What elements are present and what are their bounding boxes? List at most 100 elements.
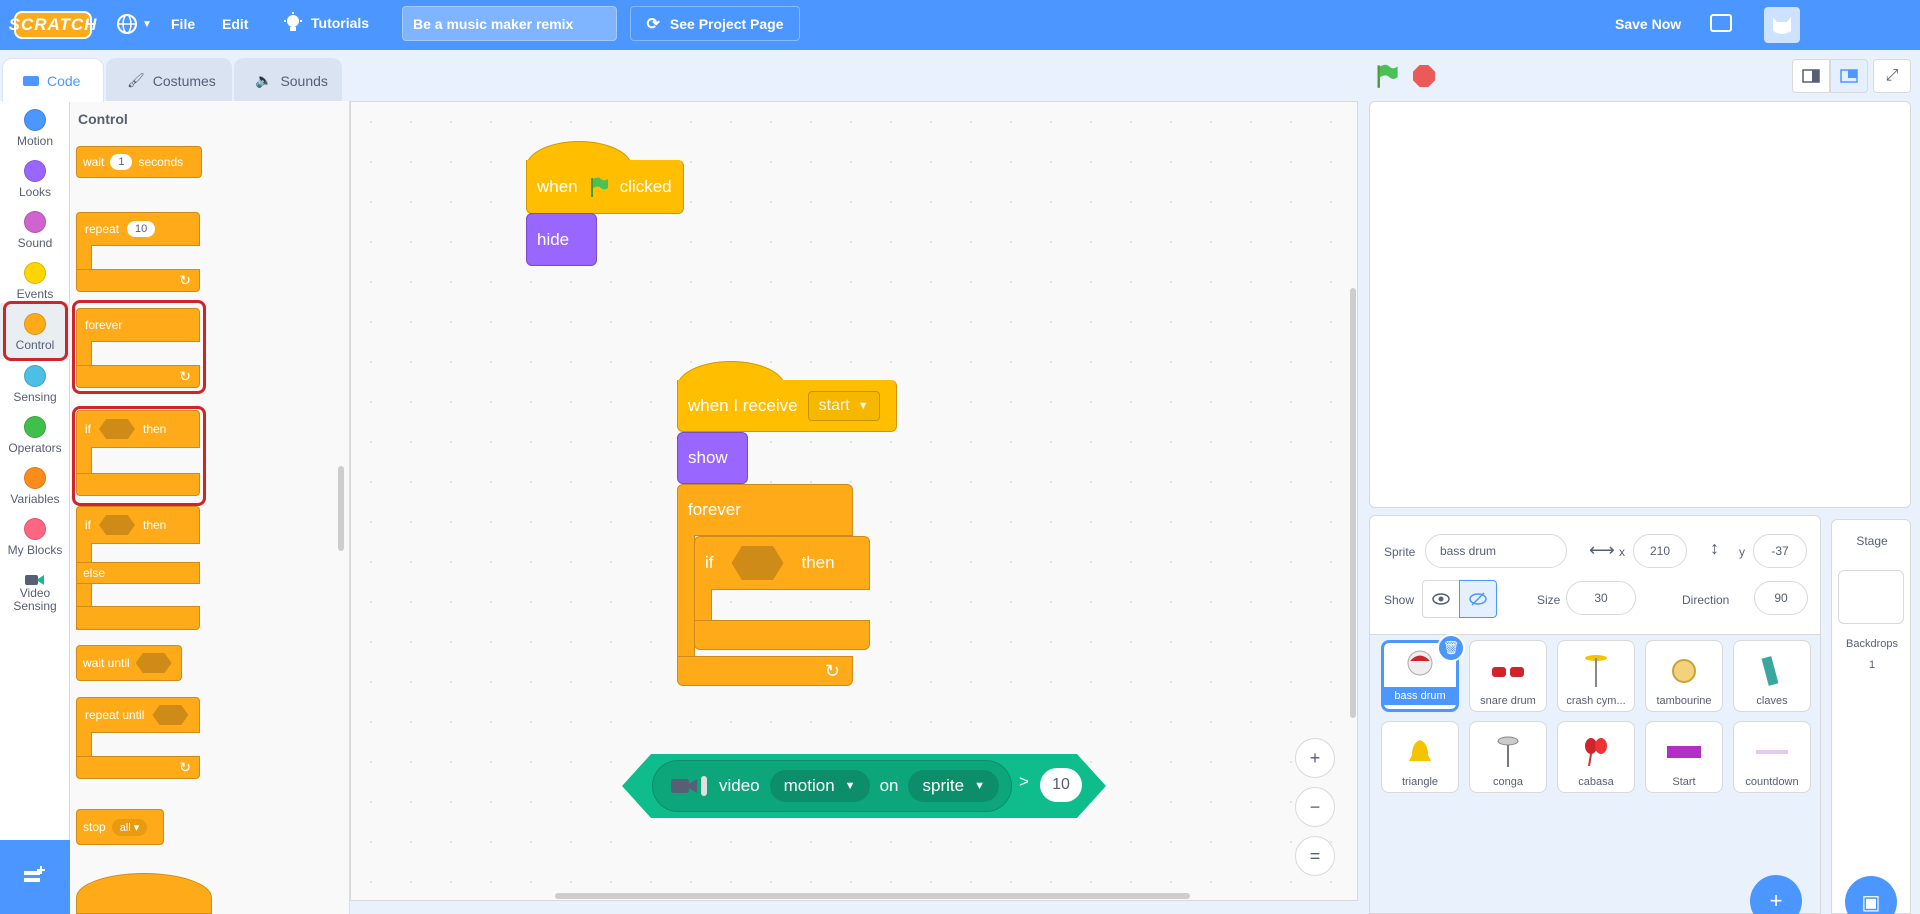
- caret-down-icon: ▼: [974, 780, 985, 792]
- sprite-tile-triangle[interactable]: triangle: [1381, 721, 1459, 793]
- when-i-receive-block[interactable]: when I receive start ▼: [677, 380, 897, 432]
- block-text: repeat: [85, 222, 120, 236]
- small-stage-button[interactable]: [1792, 59, 1830, 93]
- palette-scrollbar[interactable]: [338, 466, 344, 551]
- message-dropdown[interactable]: start ▼: [807, 390, 880, 421]
- video-motion-reporter[interactable]: video motion ▼ on sprite ▼: [652, 760, 1012, 812]
- category-looks[interactable]: Looks: [0, 160, 70, 199]
- fullscreen-button[interactable]: ⤢: [1873, 59, 1911, 93]
- category-operators[interactable]: Operators: [0, 416, 70, 455]
- block-if-then[interactable]: if then: [76, 410, 200, 496]
- condition-slot[interactable]: [152, 705, 189, 725]
- block-text: then: [801, 553, 835, 572]
- green-flag-button[interactable]: [1374, 63, 1400, 94]
- scratch-logo[interactable]: SCRATCH: [9, 11, 96, 39]
- y-position-input[interactable]: -37: [1753, 534, 1807, 568]
- category-sensing[interactable]: Sensing: [0, 365, 70, 404]
- avatar[interactable]: [1764, 7, 1800, 43]
- sprite-tile-start[interactable]: Start: [1645, 721, 1723, 793]
- subject-label: sprite: [922, 776, 965, 795]
- large-stage-button[interactable]: [1830, 59, 1868, 93]
- sprite-name-input[interactable]: bass drum: [1425, 534, 1567, 568]
- condition-slot[interactable]: [731, 546, 784, 580]
- threshold-input[interactable]: 10: [1040, 768, 1082, 802]
- stage-canvas[interactable]: [1369, 101, 1911, 508]
- size-input[interactable]: 30: [1566, 581, 1636, 615]
- zoom-out-button[interactable]: −: [1295, 787, 1335, 827]
- tutorials-button[interactable]: Tutorials: [283, 12, 369, 34]
- attribute-dropdown[interactable]: motion ▼: [769, 770, 870, 802]
- show-block[interactable]: show: [677, 432, 748, 484]
- see-project-page-button[interactable]: ⟳ See Project Page: [630, 6, 800, 41]
- category-my-blocks[interactable]: My Blocks: [0, 518, 70, 557]
- condition-slot[interactable]: [99, 419, 135, 439]
- block-text: when I receive: [688, 395, 798, 415]
- add-extension-button[interactable]: [0, 840, 70, 914]
- category-events[interactable]: Events: [0, 262, 70, 301]
- claves-icon: [1752, 653, 1792, 689]
- block-repeat[interactable]: repeat 10 ↻: [76, 212, 200, 292]
- sprite-tile-snare-drum[interactable]: snare drum: [1469, 640, 1547, 712]
- delete-sprite-button[interactable]: 🗑: [1437, 634, 1465, 662]
- sprite-tile-cabasa[interactable]: cabasa: [1557, 721, 1635, 793]
- condition-slot[interactable]: [135, 653, 172, 673]
- hide-block[interactable]: hide: [526, 213, 597, 266]
- show-hidden-button[interactable]: [1459, 580, 1497, 618]
- block-stop[interactable]: stop all ▾: [76, 809, 164, 845]
- category-motion[interactable]: Motion: [0, 109, 70, 148]
- stage-thumbnail[interactable]: [1838, 570, 1904, 624]
- block-hat-partial[interactable]: [76, 873, 212, 914]
- loop-arrow-icon: ↻: [824, 660, 840, 681]
- edit-menu[interactable]: Edit: [222, 16, 248, 32]
- file-menu[interactable]: File: [171, 16, 195, 32]
- block-wait-until[interactable]: wait until: [76, 645, 182, 681]
- sprite-tile-tambourine[interactable]: tambourine: [1645, 640, 1723, 712]
- stop-dropdown[interactable]: all ▾: [111, 818, 148, 836]
- fullscreen-icon: ⤢: [1885, 67, 1899, 84]
- direction-input[interactable]: 90: [1754, 581, 1808, 615]
- bell-icon: [1400, 734, 1440, 770]
- block-forever[interactable]: forever ↻: [76, 308, 200, 388]
- horizontal-arrows-icon: ⟷: [1589, 540, 1615, 560]
- repeat-input[interactable]: 10: [127, 221, 156, 237]
- sprite-tile-conga[interactable]: conga: [1469, 721, 1547, 793]
- block-text: show: [688, 448, 728, 467]
- stage-target-panel[interactable]: Stage Backdrops 1: [1831, 519, 1911, 914]
- category-control[interactable]: Control: [0, 303, 70, 359]
- tab-sounds[interactable]: 🔈 Sounds: [234, 58, 342, 102]
- x-position-input[interactable]: 210: [1633, 534, 1687, 568]
- attribute-label: motion: [783, 776, 835, 795]
- category-sound[interactable]: Sound: [0, 211, 70, 250]
- project-title-input[interactable]: Be a music maker remix: [402, 6, 617, 41]
- my-stuff-folder-icon[interactable]: [1710, 14, 1732, 32]
- stop-button[interactable]: [1413, 65, 1435, 87]
- save-now-button[interactable]: Save Now: [1615, 16, 1681, 32]
- show-visible-button[interactable]: [1422, 580, 1460, 618]
- cat-avatar-icon: [1773, 17, 1791, 34]
- sprite-name: Start: [1672, 776, 1696, 788]
- block-wait-seconds[interactable]: wait 1 seconds: [76, 146, 202, 178]
- zoom-reset-button[interactable]: =: [1295, 836, 1335, 876]
- wait-input[interactable]: 1: [110, 154, 133, 170]
- block-if-then-else[interactable]: if then else: [76, 506, 200, 630]
- block-repeat-until[interactable]: repeat until ↻: [76, 697, 200, 779]
- language-menu[interactable]: ▼: [116, 13, 152, 35]
- workspace-horizontal-scrollbar[interactable]: [555, 893, 1190, 899]
- zoom-in-button[interactable]: +: [1295, 738, 1335, 778]
- sprite-tile-countdown[interactable]: countdown: [1733, 721, 1811, 793]
- tab-code[interactable]: Code: [2, 58, 104, 102]
- sprite-tile-crash-cymbal[interactable]: crash cym...: [1557, 640, 1635, 712]
- category-label: Operators: [8, 441, 62, 455]
- category-label: Sound: [17, 236, 53, 250]
- if-then-block[interactable]: if then: [694, 536, 870, 650]
- condition-slot[interactable]: [99, 515, 135, 535]
- workspace-vertical-scrollbar[interactable]: [1350, 288, 1356, 718]
- when-flag-clicked-block[interactable]: when clicked: [526, 160, 684, 214]
- block-text: clicked: [619, 176, 672, 196]
- tab-costumes[interactable]: 🖌 Costumes: [106, 58, 232, 102]
- sprite-tile-claves[interactable]: claves: [1733, 640, 1811, 712]
- category-variables[interactable]: Variables: [0, 467, 70, 506]
- category-video-sensing[interactable]: Video Sensing: [0, 573, 70, 613]
- subject-dropdown[interactable]: sprite ▼: [908, 770, 999, 802]
- forever-footer: ↻: [76, 365, 200, 388]
